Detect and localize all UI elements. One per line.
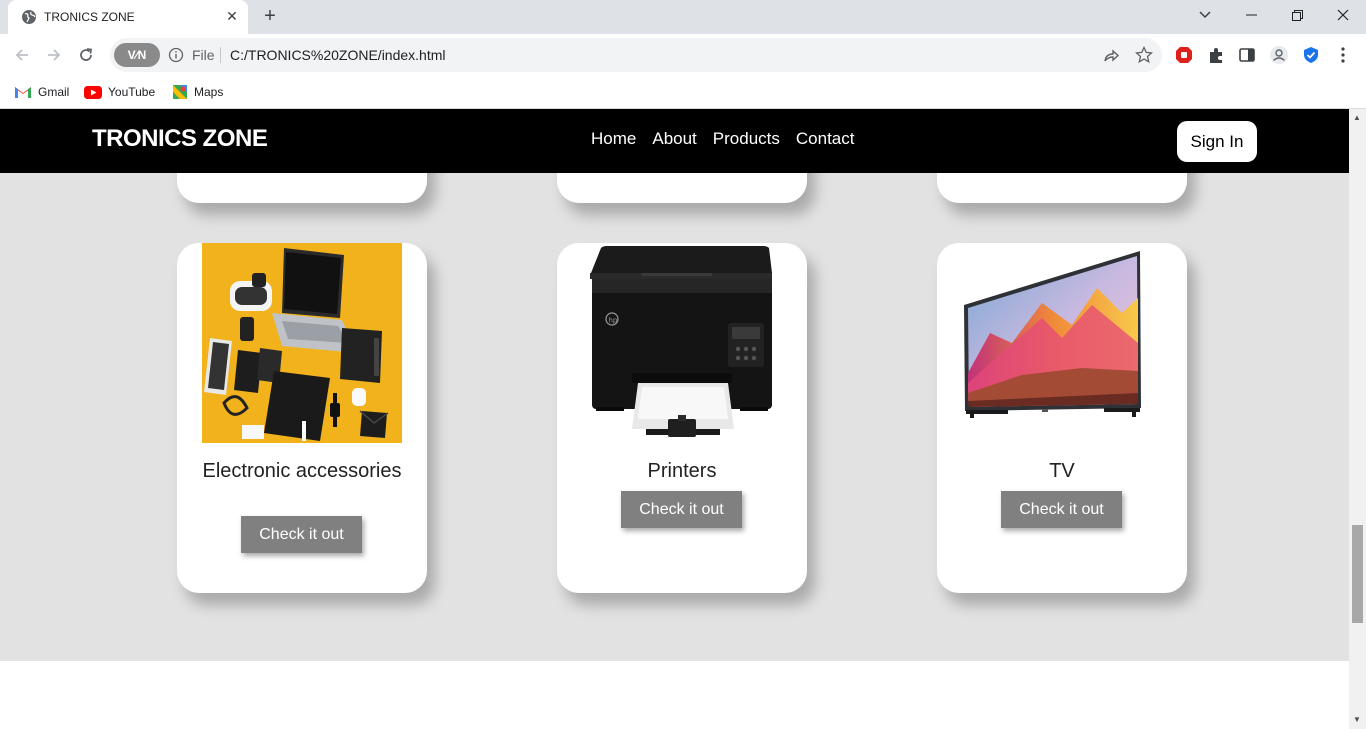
svg-text:hp: hp: [609, 317, 618, 325]
url-text[interactable]: C:/TRONICS%20ZONE/index.html: [230, 47, 446, 63]
gmail-icon: [15, 87, 31, 98]
product-card-printers: hp Printers Check it out: [557, 243, 807, 593]
vpn-badge[interactable]: V∕N: [114, 43, 160, 67]
bookmark-label: Gmail: [38, 85, 70, 99]
product-title: Printers: [647, 460, 717, 482]
forward-arrow-icon[interactable]: [41, 42, 67, 68]
browser-toolbar: V∕N File C:/TRONICS%20ZONE/index.html: [0, 34, 1366, 76]
nav-contact[interactable]: Contact: [796, 129, 855, 149]
product-card-tv: TV Check it out: [937, 243, 1187, 593]
back-arrow-icon[interactable]: [9, 42, 35, 68]
browser-menu-icon[interactable]: [1333, 45, 1353, 65]
reload-icon[interactable]: [73, 42, 99, 68]
site-header: TRONICS ZONE Home About Products Contact…: [0, 109, 1349, 173]
youtube-icon: [84, 85, 102, 99]
scroll-down-arrow-icon[interactable]: ▼: [1353, 715, 1361, 724]
main-nav: Home About Products Contact: [591, 129, 854, 149]
tab-search-icon[interactable]: [1182, 0, 1228, 30]
tab-strip: TRONICS ZONE ✕ +: [0, 0, 1366, 34]
globe-icon: [22, 10, 36, 24]
minimize-icon[interactable]: [1228, 0, 1274, 30]
tab-close-icon[interactable]: ✕: [224, 8, 240, 24]
close-window-icon[interactable]: [1320, 0, 1366, 30]
tv-image: [962, 243, 1162, 443]
check-it-out-button[interactable]: Check it out: [1001, 491, 1122, 528]
product-title: TV: [1049, 460, 1075, 482]
check-it-out-button[interactable]: Check it out: [241, 516, 362, 553]
bookmarks-bar: Gmail YouTube Maps: [0, 76, 1366, 109]
file-label: File: [192, 47, 215, 63]
maps-icon: [173, 85, 187, 99]
side-panel-icon[interactable]: [1237, 45, 1257, 65]
tab-title: TRONICS ZONE: [44, 10, 135, 24]
bookmark-youtube[interactable]: YouTube: [84, 82, 155, 102]
scroll-up-arrow-icon[interactable]: ▲: [1353, 113, 1361, 122]
bookmark-star-icon[interactable]: [1135, 46, 1153, 64]
printer-image: hp: [582, 243, 782, 443]
page-scrollbar[interactable]: ▲ ▼: [1349, 109, 1366, 729]
site-logo[interactable]: TRONICS ZONE: [92, 125, 268, 153]
adblock-extension-icon[interactable]: [1174, 45, 1194, 65]
scrollbar-thumb[interactable]: [1352, 525, 1363, 623]
shield-extension-icon[interactable]: [1301, 45, 1321, 65]
page-viewport: Electronic accessories Check it out hp P…: [0, 109, 1349, 729]
products-section: Electronic accessories Check it out hp P…: [0, 109, 1349, 661]
browser-tab[interactable]: TRONICS ZONE ✕: [8, 0, 248, 34]
accessories-image: [202, 243, 402, 443]
nav-products[interactable]: Products: [713, 129, 780, 149]
check-it-out-button[interactable]: Check it out: [621, 491, 742, 528]
new-tab-button[interactable]: +: [258, 6, 282, 28]
divider: [220, 47, 221, 63]
bookmark-label: YouTube: [108, 85, 156, 99]
profile-avatar-icon[interactable]: [1269, 45, 1289, 65]
product-title: Electronic accessories: [202, 460, 402, 482]
nav-about[interactable]: About: [652, 129, 696, 149]
bookmark-gmail[interactable]: Gmail: [14, 82, 69, 102]
restore-icon[interactable]: [1274, 0, 1320, 30]
product-card-accessories: Electronic accessories Check it out: [177, 243, 427, 593]
bookmark-label: Maps: [194, 85, 224, 99]
sign-in-button[interactable]: Sign In: [1177, 121, 1257, 162]
extensions-puzzle-icon[interactable]: [1206, 45, 1226, 65]
address-bar[interactable]: V∕N File C:/TRONICS%20ZONE/index.html: [110, 38, 1162, 72]
nav-home[interactable]: Home: [591, 129, 636, 149]
share-icon[interactable]: [1102, 46, 1120, 64]
bookmark-maps[interactable]: Maps: [172, 82, 223, 102]
info-icon[interactable]: [168, 47, 184, 63]
